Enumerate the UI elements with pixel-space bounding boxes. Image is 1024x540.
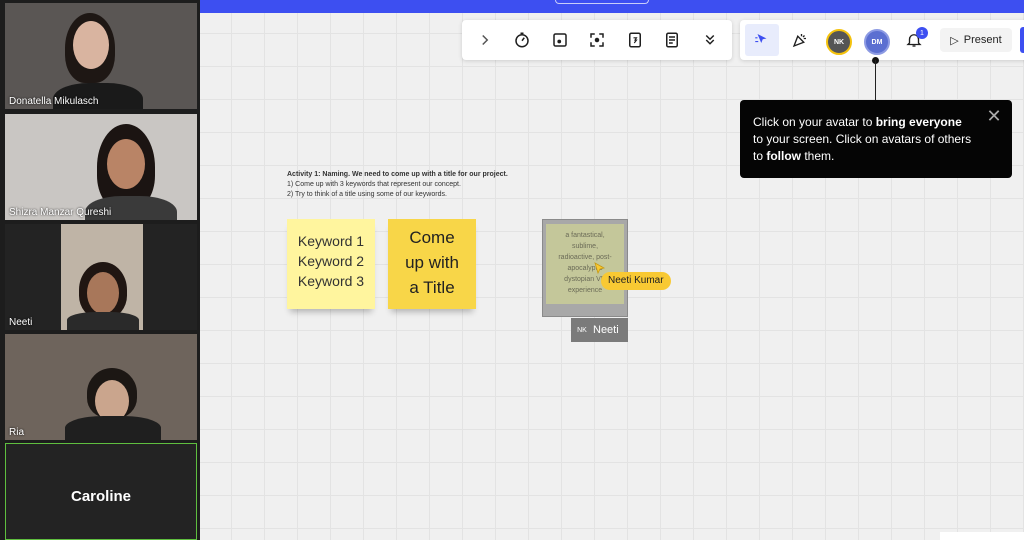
play-icon: ▷ <box>950 34 959 47</box>
celebrate-icon[interactable] <box>787 27 813 53</box>
activity-title: Activity 1: Naming. We need to come up w… <box>287 171 508 178</box>
activity-step: 2) Try to think of a title using some of… <box>287 191 447 198</box>
tooltip-bold: follow <box>766 149 802 163</box>
tooltip-text: Click on your avatar to <box>753 115 876 129</box>
activity-step: 1) Come up with 3 keywords that represen… <box>287 181 461 188</box>
collapse-chevron-icon[interactable] <box>472 27 498 53</box>
tooltip-bold: bring everyone <box>875 115 962 129</box>
editor-initials: NK <box>577 326 587 334</box>
sticky-text: sublime, <box>571 243 599 250</box>
top-bar-tab[interactable] <box>555 0 649 4</box>
video-tile[interactable]: Shizra Manzar Qureshi <box>5 114 197 220</box>
video-gallery: Donatella Mikulasch Shizra Manzar Quresh… <box>0 0 200 540</box>
face <box>107 139 145 189</box>
follow-tooltip: Click on your avatar to bring everyone t… <box>740 100 1012 178</box>
sticky-text: Keyword 1 <box>297 233 365 249</box>
remote-cursor-label: Neeti Kumar <box>601 272 671 290</box>
participant-name: Ria <box>9 427 25 438</box>
share-button-edge[interactable] <box>1020 27 1024 53</box>
sticky-note-keywords[interactable]: Keyword 1 Keyword 2 Keyword 3 <box>287 219 375 309</box>
voting-icon[interactable] <box>622 27 648 53</box>
notes-icon[interactable] <box>659 27 685 53</box>
face <box>87 272 119 314</box>
sticky-note-concept[interactable]: a fantastical, sublime, radioactive, pos… <box>546 224 624 304</box>
present-label: Present <box>963 34 1002 46</box>
sticky-text: a Title <box>409 278 455 297</box>
notification-badge: 1 <box>916 27 928 39</box>
video-tile[interactable]: Neeti <box>5 224 197 330</box>
avatar-dm[interactable]: DM <box>864 29 890 55</box>
video-tile-active[interactable]: Caroline <box>5 443 197 540</box>
shoulders <box>67 312 139 330</box>
timer-icon[interactable] <box>509 27 535 53</box>
participant-name: Neeti <box>9 317 33 328</box>
cursor-select-icon[interactable] <box>745 24 779 56</box>
participant-name-large: Caroline <box>70 488 131 505</box>
editor-tag: NK Neeti <box>571 318 628 342</box>
collaboration-toolbar: NK DM 1 ▷ Present <box>740 20 1024 60</box>
shoulders <box>65 416 161 440</box>
tooltip-text: them. <box>801 149 835 163</box>
avatar-nk[interactable]: NK <box>826 29 852 55</box>
editor-name: Neeti <box>593 324 619 336</box>
face <box>73 21 109 69</box>
sticky-text: Come <box>409 228 455 247</box>
focus-frame-icon[interactable] <box>584 27 610 53</box>
sticky-note-title[interactable]: Come up with a Title <box>388 219 476 309</box>
participant-name: Shizra Manzar Qureshi <box>9 207 112 218</box>
board-toolbar <box>462 20 732 60</box>
participant-name: Donatella Mikulasch <box>9 96 99 107</box>
more-chevron-down-icon[interactable] <box>697 27 723 53</box>
bottom-right-panel <box>940 532 1024 540</box>
sticky-text: up with <box>405 253 459 272</box>
sticky-text: radioactive, post- <box>558 254 612 261</box>
close-icon[interactable]: ✕ <box>986 107 1002 125</box>
tooltip-stem <box>875 60 876 100</box>
sticky-text: Keyword 2 <box>297 253 365 269</box>
activity-instructions[interactable]: Activity 1: Naming. We need to come up w… <box>287 170 508 200</box>
sticky-text: Keyword 3 <box>297 273 365 289</box>
present-button[interactable]: ▷ Present <box>940 28 1012 52</box>
sticky-note-icon[interactable] <box>547 27 573 53</box>
video-tile[interactable]: Donatella Mikulasch <box>5 3 197 109</box>
sticky-text: a fantastical, <box>565 232 605 239</box>
video-tile[interactable]: Ria <box>5 334 197 440</box>
